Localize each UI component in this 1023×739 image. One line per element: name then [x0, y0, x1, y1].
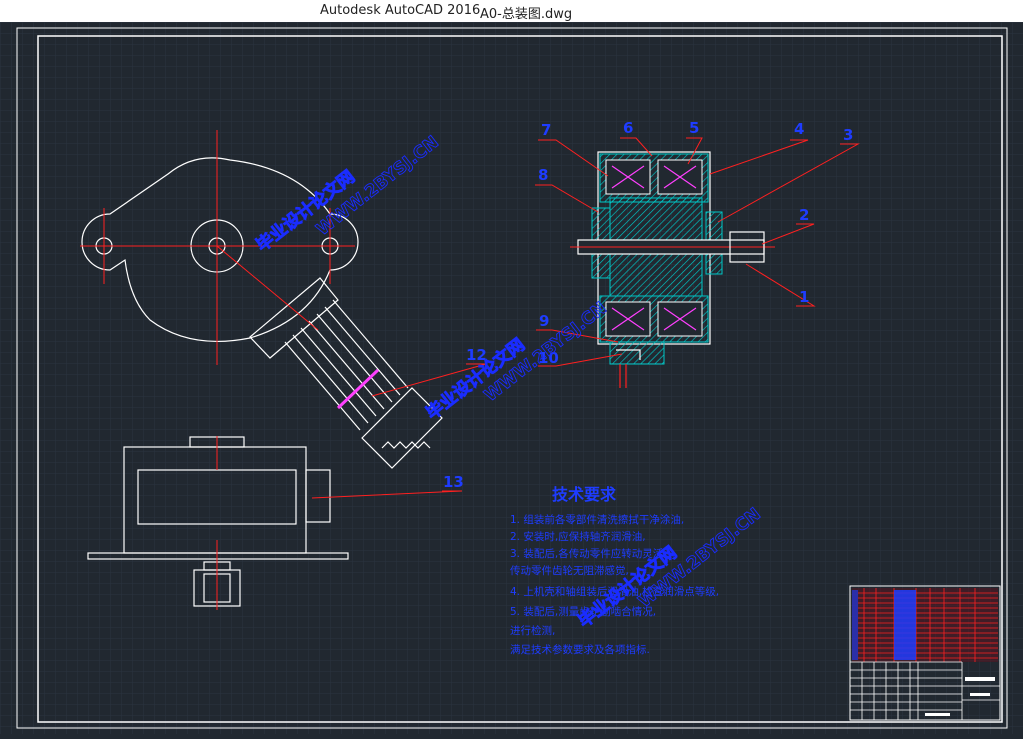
- part-label-13: 13: [443, 473, 464, 491]
- tech-line-3: 3. 装配后,各传动零件应转动灵活,: [510, 547, 667, 560]
- part-label-5: 5: [689, 119, 699, 137]
- part-label-2: 2: [799, 206, 809, 224]
- part-label-1: 1: [799, 288, 809, 306]
- part-label-3: 3: [843, 126, 853, 144]
- title-bar: Autodesk AutoCAD 2016 A0-总装图.dwg: [0, 0, 1023, 23]
- tech-line-7: 进行检测,: [510, 624, 555, 637]
- tech-line-4: 传动零件齿轮无阻滞感觉,: [510, 564, 629, 577]
- tech-title: 技术要求: [552, 485, 617, 504]
- part-label-9: 9: [539, 312, 549, 330]
- tech-line-1: 1. 组装前各零部件清洗擦拭干净涂油,: [510, 513, 684, 526]
- app-name: Autodesk AutoCAD 2016: [320, 3, 481, 18]
- part-label-6: 6: [623, 119, 633, 137]
- tech-line-8: 满足技术参数要求及各项指标.: [510, 643, 650, 656]
- part-label-8: 8: [538, 166, 548, 184]
- tech-line-2: 2. 安装时,应保持轴齐润滑油,: [510, 530, 646, 543]
- drawing-canvas[interactable]: 7 6 5 4 3 8 2 1 9 10 12 13 技术要求 1. 组装前各零…: [0, 22, 1023, 734]
- part-label-4: 4: [794, 120, 804, 138]
- part-label-7: 7: [541, 121, 551, 139]
- file-name: A0-总装图.dwg: [480, 7, 573, 22]
